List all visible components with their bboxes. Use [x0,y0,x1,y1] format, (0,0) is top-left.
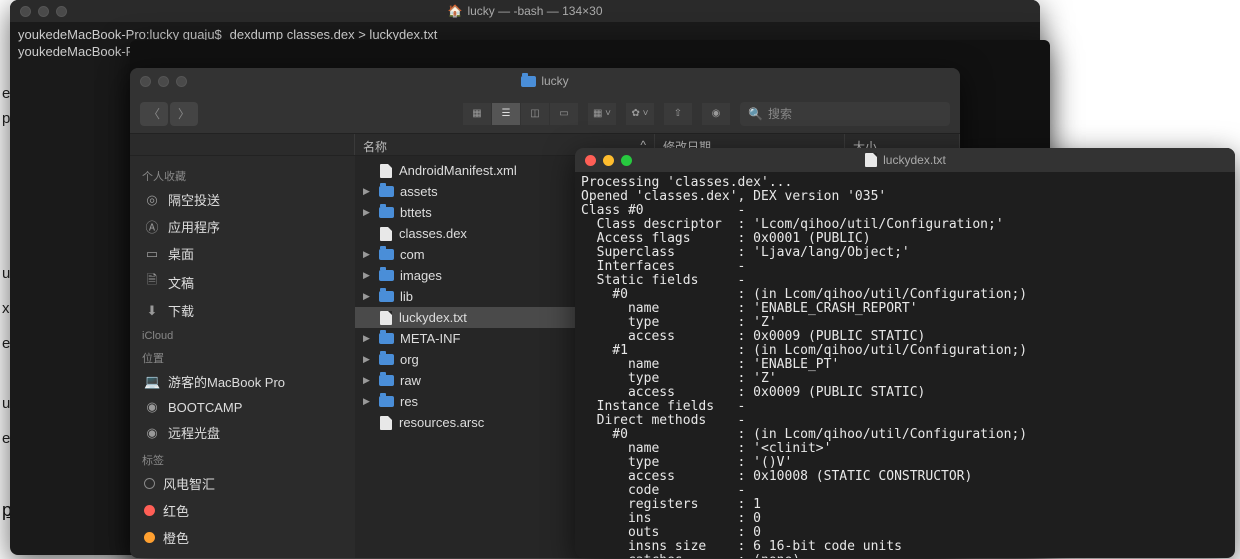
back-button[interactable]: 〈 [140,102,168,126]
sidebar-item-tag-orange[interactable]: 橙色 [130,524,355,551]
textedit-title: luckydex.txt [883,153,946,167]
finder-titlebar[interactable]: lucky [130,68,960,94]
search-icon: 🔍 [748,107,763,121]
folder-icon [379,291,394,302]
disclosure-icon[interactable]: ▶ [363,291,373,302]
tag-dot-icon [144,505,155,516]
disclosure-icon[interactable]: ▶ [363,354,373,365]
folder-icon [379,354,394,365]
file-name: org [400,352,419,367]
file-icon [865,153,877,167]
tag-dot-icon [144,478,155,489]
disclosure-icon[interactable]: ▶ [363,396,373,407]
folder-icon [379,396,394,407]
folder-icon [379,375,394,386]
view-column-button[interactable]: ◫ [521,103,549,125]
sidebar-item-tag-wind[interactable]: 风电智汇 [130,470,355,497]
textedit-window: luckydex.txt Processing 'classes.dex'...… [575,148,1235,558]
sidebar-heading-icloud: iCloud [130,324,355,344]
view-list-button[interactable]: ☰ [492,103,520,125]
sidebar-heading-locations: 位置 [130,344,355,368]
file-name: luckydex.txt [399,310,467,325]
sidebar-item-airdrop[interactable]: ◎隔空投送 [130,186,355,213]
view-gallery-button[interactable]: ▭ [550,103,578,125]
folder-icon [379,207,394,218]
sidebar-item-apps[interactable]: Ⓐ应用程序 [130,213,355,240]
file-name: images [400,268,442,283]
folder-icon: 🏠 [447,4,462,18]
sidebar-item-documents[interactable]: 🗎文稿 [130,267,355,297]
disclosure-icon[interactable]: ▶ [363,207,373,218]
folder-icon [379,333,394,344]
sidebar-item-bootcamp[interactable]: ◉BOOTCAMP [130,395,355,419]
file-icon [380,311,392,325]
file-name: META-INF [400,331,460,346]
sidebar-heading-favorites: 个人收藏 [130,162,355,186]
file-name: res [400,394,418,409]
search-input[interactable]: 🔍 搜索 [740,102,950,126]
sidebar-item-downloads[interactable]: ⬇下载 [130,297,355,324]
file-name: AndroidManifest.xml [399,163,517,178]
sidebar-item-desktop[interactable]: ▭桌面 [130,240,355,267]
terminal-titlebar[interactable]: 🏠 lucky — -bash — 134×30 [10,0,1040,22]
sidebar-item-macbook[interactable]: 💻游客的MacBook Pro [130,368,355,395]
terminal-title: lucky — -bash — 134×30 [467,4,602,18]
folder-icon [379,270,394,281]
view-icon-button[interactable]: ▦ [463,103,491,125]
file-icon [380,164,392,178]
file-name: resources.arsc [399,415,484,430]
file-name: raw [400,373,421,388]
disclosure-icon[interactable]: ▶ [363,333,373,344]
desktop-icon: ▭ [144,246,160,262]
documents-icon: 🗎 [144,271,160,293]
folder-icon [521,76,536,87]
sidebar-item-tag-red[interactable]: 红色 [130,497,355,524]
bg-text: x [2,300,10,317]
file-icon [380,416,392,430]
disclosure-icon[interactable]: ▶ [363,375,373,386]
sidebar-heading-tags: 标签 [130,446,355,470]
file-name: bttets [400,205,432,220]
action-button[interactable]: ✿ ˅ [626,103,654,125]
file-name: assets [400,184,438,199]
disc-icon: ◉ [144,425,160,441]
disclosure-icon[interactable]: ▶ [363,249,373,260]
textedit-body[interactable]: Processing 'classes.dex'... Opened 'clas… [575,172,1235,558]
finder-title: lucky [541,74,568,88]
textedit-titlebar[interactable]: luckydex.txt [575,148,1235,172]
tag-dot-icon [144,532,155,543]
tag-button[interactable]: ◉ [702,103,730,125]
disclosure-icon[interactable]: ▶ [363,270,373,281]
apps-icon: Ⓐ [144,217,160,236]
file-name: lib [400,289,413,304]
file-name: classes.dex [399,226,467,241]
finder-toolbar: 〈 〉 ▦ ☰ ◫ ▭ ▦ ˅ ✿ ˅ ⇧ ◉ 🔍 搜索 [130,94,960,134]
laptop-icon: 💻 [144,374,160,390]
disclosure-icon[interactable]: ▶ [363,186,373,197]
finder-sidebar: 个人收藏 ◎隔空投送 Ⓐ应用程序 ▭桌面 🗎文稿 ⬇下载 iCloud 位置 💻… [130,156,355,558]
folder-icon [379,186,394,197]
disk-icon: ◉ [144,399,160,415]
arrange-button[interactable]: ▦ ˅ [588,103,616,125]
downloads-icon: ⬇ [144,303,160,319]
view-mode-group: ▦ ☰ ◫ ▭ [463,103,578,125]
share-button[interactable]: ⇧ [664,103,692,125]
search-placeholder: 搜索 [768,105,792,122]
file-name: com [400,247,425,262]
airdrop-icon: ◎ [144,192,160,208]
sidebar-item-remote-disc[interactable]: ◉远程光盘 [130,419,355,446]
forward-button[interactable]: 〉 [170,102,198,126]
file-icon [380,227,392,241]
folder-icon [379,249,394,260]
